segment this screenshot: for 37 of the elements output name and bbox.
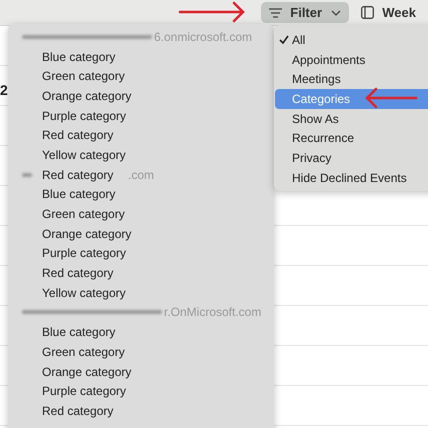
redaction-bar [22,172,32,177]
menu-item[interactable]: Yellow category [8,145,274,165]
menu-item[interactable]: Orange category [8,224,274,244]
menu-item[interactable]: Purple category [8,244,274,264]
menu-item[interactable]: Red category [8,263,274,283]
menu-item[interactable]: Show As [275,108,428,128]
menu-item[interactable]: Blue category [8,322,274,342]
menu-item[interactable]: Red category [8,125,274,146]
arrow-icon [178,1,246,23]
account-name: .com [128,168,154,182]
menu-item[interactable]: Red category [42,168,114,182]
chevron-down-icon [331,10,342,16]
menu-item[interactable]: All [275,30,428,50]
menu-item[interactable]: Purple category [8,381,274,402]
account-name: 6.onmicrosoft.com [154,30,252,44]
account-name: r.OnMicrosoft.com [164,305,262,320]
menu-item[interactable]: Appointments [275,50,428,70]
sidebar-panel-icon [361,6,374,19]
menu-item[interactable]: Recurrence [275,128,428,148]
menu-item[interactable]: Purple category [8,106,274,126]
menu-item[interactable]: Red category [8,401,274,421]
menu-item[interactable]: Green category [8,342,274,362]
menu-item[interactable]: Green category [8,66,274,86]
menu-item[interactable]: Privacy [275,148,428,168]
day-number: 2 [0,84,8,97]
menu-item[interactable]: Orange category [8,86,274,106]
arrow-icon [364,87,418,109]
menu-item[interactable]: Blue category [8,46,274,66]
menu-item[interactable]: Orange category [8,362,274,382]
week-view-button[interactable]: Week [357,2,420,23]
menu-item[interactable]: Meetings [275,69,428,90]
menu-item[interactable]: Hide Declined Events [275,168,428,188]
filter-icon [269,8,282,18]
filter-button[interactable]: Filter [261,2,350,23]
menu-item[interactable]: Green category [8,204,274,224]
menu-item[interactable]: Blue category [8,184,274,204]
menu-item[interactable]: Yellow category [8,282,274,303]
